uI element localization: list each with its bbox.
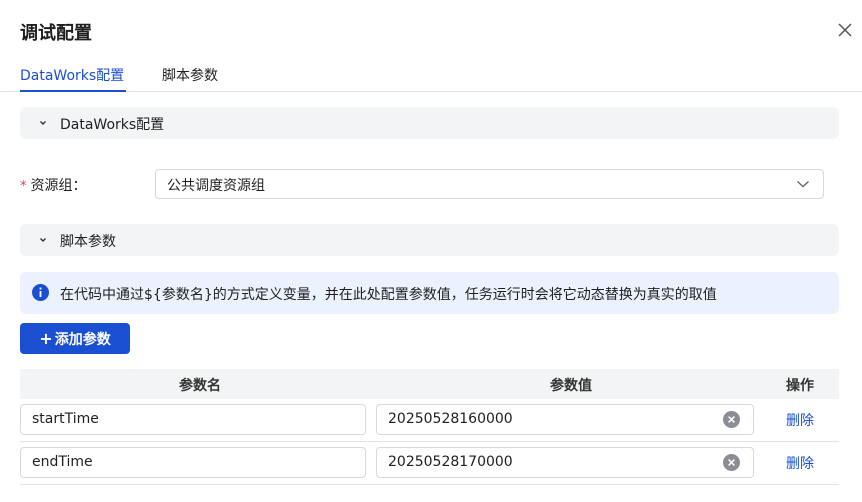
param-value-text: 20250528170000 <box>388 454 513 470</box>
column-header-action: 操作 <box>786 378 814 394</box>
section-script-params[interactable]: 脚本参数 <box>20 224 839 256</box>
param-name-input[interactable]: endTime <box>20 447 366 478</box>
section-label: DataWorks配置 <box>60 117 165 133</box>
alert-text: 在代码中通过${参数名}的方式定义变量，并在此处配置参数值，任务运行时会将它动态… <box>60 287 717 303</box>
resource-group-label: * 资源组： <box>20 175 87 195</box>
section-label: 脚本参数 <box>60 234 116 250</box>
delete-row-link[interactable]: 删除 <box>786 410 814 430</box>
clear-icon[interactable] <box>723 454 740 471</box>
param-value-text: 20250528160000 <box>388 411 513 427</box>
plus-icon: + <box>39 328 53 348</box>
section-dataworks-config[interactable]: DataWorks配置 <box>20 107 839 139</box>
tab-dataworks-config[interactable]: DataWorks配置 <box>20 65 124 85</box>
chevron-down-icon <box>40 238 46 242</box>
active-tab-indicator <box>20 90 126 92</box>
row-divider <box>20 441 839 442</box>
column-header-name: 参数名 <box>179 378 221 394</box>
param-name-input[interactable]: startTime <box>20 404 366 435</box>
column-header-value: 参数值 <box>550 378 592 394</box>
close-icon[interactable] <box>836 21 854 39</box>
add-param-label: 添加参数 <box>54 331 111 348</box>
resource-group-value: 公共调度资源组 <box>167 178 265 194</box>
dialog-title: 调试配置 <box>20 23 92 44</box>
param-name-value: startTime <box>32 411 99 427</box>
required-mark: * <box>20 179 27 194</box>
param-value-input[interactable]: 20250528160000 <box>376 404 754 435</box>
delete-row-link[interactable]: 删除 <box>786 453 814 473</box>
add-param-button[interactable]: + 添加参数 <box>20 323 130 354</box>
table-header: 参数名 参数值 操作 <box>20 369 839 399</box>
tab-script-params[interactable]: 脚本参数 <box>162 65 218 85</box>
tab-bar: DataWorks配置 脚本参数 <box>0 62 862 92</box>
info-icon <box>32 284 49 301</box>
debug-config-dialog: 调试配置 DataWorks配置 脚本参数 DataWorks配置 * 资源组： … <box>0 0 862 502</box>
chevron-down-icon <box>797 180 809 188</box>
resource-group-select[interactable]: 公共调度资源组 <box>155 169 824 199</box>
chevron-down-icon <box>40 121 46 125</box>
info-alert: 在代码中通过${参数名}的方式定义变量，并在此处配置参数值，任务运行时会将它动态… <box>20 272 839 314</box>
clear-icon[interactable] <box>723 411 740 428</box>
resource-group-label-text: 资源组： <box>30 178 87 194</box>
param-name-value: endTime <box>32 454 93 470</box>
row-divider <box>20 484 839 485</box>
param-value-input[interactable]: 20250528170000 <box>376 447 754 478</box>
